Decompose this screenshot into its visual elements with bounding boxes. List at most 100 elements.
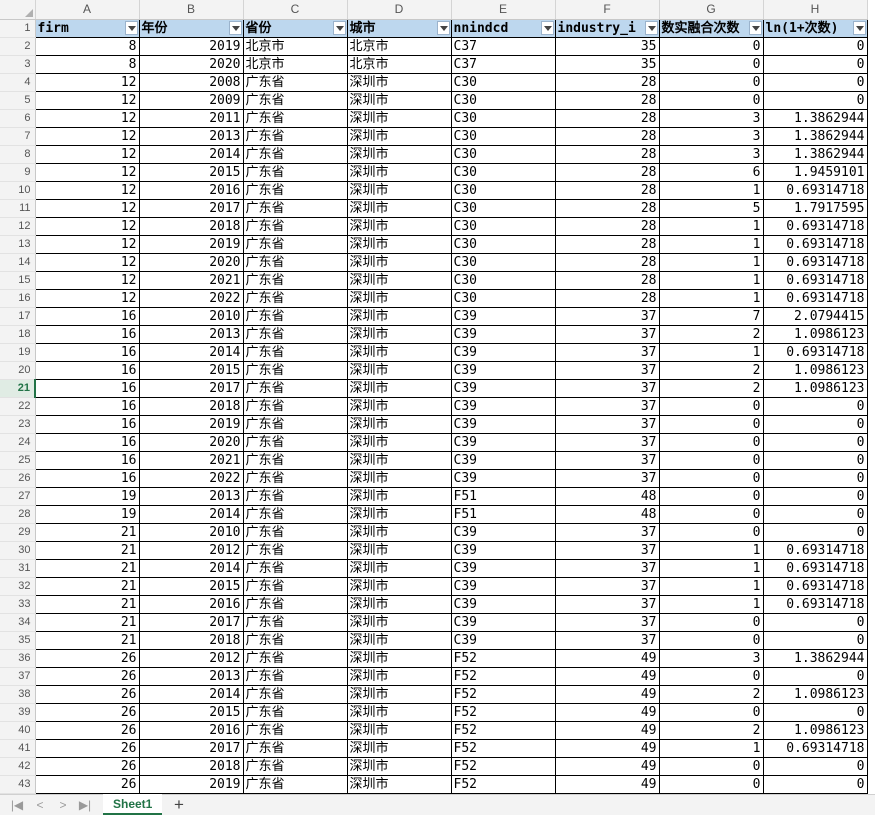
row-header[interactable]: 7 — [0, 127, 36, 146]
cell[interactable]: 28 — [555, 217, 660, 236]
cell[interactable]: 1.3862944 — [763, 109, 868, 128]
cell[interactable]: 深圳市 — [347, 343, 452, 362]
cell[interactable]: 16 — [35, 379, 140, 398]
cell[interactable]: 深圳市 — [347, 757, 452, 776]
cell[interactable]: 广东省 — [243, 91, 348, 110]
cell[interactable]: 49 — [555, 667, 660, 686]
cell[interactable]: 广东省 — [243, 757, 348, 776]
cell[interactable]: C39 — [451, 361, 556, 380]
cell[interactable]: 37 — [555, 631, 660, 650]
cell[interactable]: 广东省 — [243, 577, 348, 596]
column-header-c[interactable]: C — [243, 0, 348, 20]
cell[interactable]: 1.0986123 — [763, 721, 868, 740]
cell[interactable]: 12 — [35, 199, 140, 218]
cell[interactable]: 2011 — [139, 109, 244, 128]
cell[interactable]: 2013 — [139, 325, 244, 344]
cell[interactable]: 49 — [555, 739, 660, 758]
cell[interactable]: 广东省 — [243, 217, 348, 236]
cell[interactable]: 12 — [35, 127, 140, 146]
cell[interactable]: 深圳市 — [347, 415, 452, 434]
filter-dropdown-icon[interactable] — [228, 20, 242, 35]
row-header[interactable]: 32 — [0, 577, 36, 596]
cell[interactable]: F52 — [451, 685, 556, 704]
cell[interactable]: 21 — [35, 523, 140, 542]
cell[interactable]: C39 — [451, 631, 556, 650]
cell[interactable]: 1.3862944 — [763, 649, 868, 668]
cell[interactable]: 广东省 — [243, 199, 348, 218]
row-header[interactable]: 3 — [0, 55, 36, 74]
row-header[interactable]: 4 — [0, 73, 36, 92]
row-header[interactable]: 14 — [0, 253, 36, 272]
cell[interactable]: 北京市 — [347, 37, 452, 56]
cell[interactable]: C39 — [451, 379, 556, 398]
cell[interactable]: 深圳市 — [347, 379, 452, 398]
cell[interactable]: 深圳市 — [347, 523, 452, 542]
cell[interactable]: 0 — [763, 757, 868, 776]
cell[interactable]: C39 — [451, 577, 556, 596]
cell[interactable]: 7 — [659, 307, 764, 326]
cell[interactable]: 广东省 — [243, 703, 348, 722]
cell[interactable]: 49 — [555, 649, 660, 668]
cell[interactable]: 广东省 — [243, 379, 348, 398]
filter-dropdown-icon[interactable] — [644, 20, 658, 35]
cell[interactable]: 1.0986123 — [763, 685, 868, 704]
cell[interactable]: 48 — [555, 487, 660, 506]
cell[interactable]: 深圳市 — [347, 739, 452, 758]
cell[interactable]: 1 — [659, 235, 764, 254]
cell[interactable]: 深圳市 — [347, 127, 452, 146]
cell[interactable]: 广东省 — [243, 343, 348, 362]
cell[interactable]: 0 — [763, 775, 868, 794]
row-header[interactable]: 35 — [0, 631, 36, 650]
row-header[interactable]: 9 — [0, 163, 36, 182]
cell[interactable]: 广东省 — [243, 451, 348, 470]
cell[interactable]: 12 — [35, 163, 140, 182]
cell[interactable]: 26 — [35, 721, 140, 740]
cell[interactable]: 35 — [555, 37, 660, 56]
cell[interactable]: 2017 — [139, 613, 244, 632]
cell[interactable]: 2014 — [139, 145, 244, 164]
cell[interactable]: 16 — [35, 325, 140, 344]
row-header[interactable]: 33 — [0, 595, 36, 614]
cell[interactable]: 1 — [659, 343, 764, 362]
cell[interactable]: 0 — [763, 37, 868, 56]
cell[interactable]: 深圳市 — [347, 595, 452, 614]
cell[interactable]: 广东省 — [243, 271, 348, 290]
cell[interactable]: 19 — [35, 487, 140, 506]
row-header[interactable]: 30 — [0, 541, 36, 560]
header-cell-d[interactable]: 城市 — [347, 19, 452, 38]
cell[interactable]: 28 — [555, 109, 660, 128]
cell[interactable]: 广东省 — [243, 307, 348, 326]
cell[interactable]: 1 — [659, 595, 764, 614]
cell[interactable]: 0 — [763, 55, 868, 74]
cell[interactable]: 2018 — [139, 757, 244, 776]
cell[interactable]: 0.69314718 — [763, 235, 868, 254]
cell[interactable]: 广东省 — [243, 181, 348, 200]
cell[interactable]: 2015 — [139, 163, 244, 182]
row-header[interactable]: 12 — [0, 217, 36, 236]
cell[interactable]: 北京市 — [243, 37, 348, 56]
cell[interactable]: C30 — [451, 73, 556, 92]
row-header[interactable]: 15 — [0, 271, 36, 290]
cell[interactable]: 深圳市 — [347, 541, 452, 560]
cell[interactable]: 21 — [35, 541, 140, 560]
row-header[interactable]: 24 — [0, 433, 36, 452]
cell[interactable]: 广东省 — [243, 469, 348, 488]
column-header-a[interactable]: A — [35, 0, 140, 20]
cell[interactable]: 2 — [659, 721, 764, 740]
cell[interactable]: 0 — [659, 415, 764, 434]
row-header[interactable]: 40 — [0, 721, 36, 740]
cell[interactable]: 37 — [555, 361, 660, 380]
cell[interactable]: 广东省 — [243, 415, 348, 434]
cell[interactable]: 2 — [659, 379, 764, 398]
cell[interactable]: 深圳市 — [347, 73, 452, 92]
cell[interactable]: 2019 — [139, 775, 244, 794]
cell[interactable]: 深圳市 — [347, 271, 452, 290]
cell[interactable]: 1 — [659, 559, 764, 578]
cell[interactable]: 49 — [555, 703, 660, 722]
cell[interactable]: 广东省 — [243, 397, 348, 416]
cell[interactable]: 49 — [555, 775, 660, 794]
cell[interactable]: 广东省 — [243, 559, 348, 578]
cell[interactable]: 0 — [659, 757, 764, 776]
cell[interactable]: 28 — [555, 181, 660, 200]
cell[interactable]: 26 — [35, 757, 140, 776]
